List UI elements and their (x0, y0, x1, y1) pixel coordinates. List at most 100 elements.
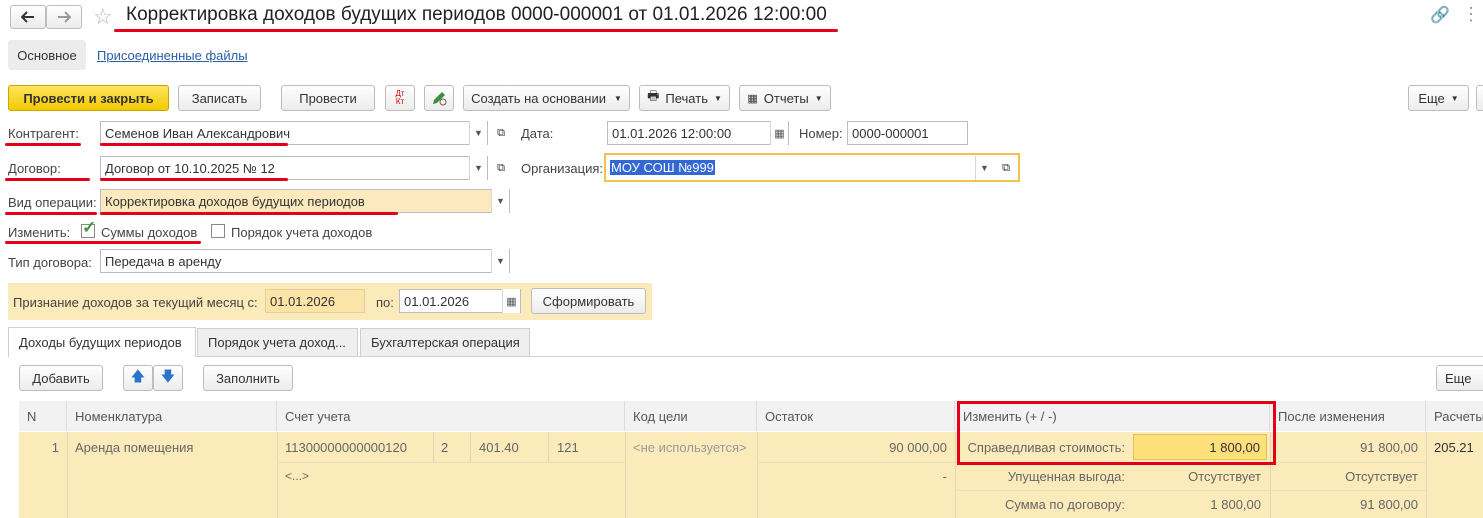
after-change-3: 91 800,00 (1360, 496, 1418, 512)
page-title: Корректировка доходов будущих периодов 0… (126, 4, 827, 25)
after-change-2: Отсутствует (1345, 468, 1418, 484)
change-underline (5, 241, 201, 244)
number-value: 0000-000001 (852, 125, 929, 141)
table-more-button[interactable]: Еще (1436, 365, 1483, 391)
contract-sum-value: 1 800,00 (1210, 496, 1261, 512)
col-settlements[interactable]: Расчеты (1426, 401, 1483, 431)
cell-account: 11300000000000120 (285, 439, 407, 455)
row-sep (548, 432, 549, 462)
calendar-icon[interactable]: ▦ (770, 121, 788, 145)
reports-button[interactable]: ▦ Отчеты ▼ (739, 85, 831, 111)
post-and-close-button[interactable]: Провести и закрыть (8, 85, 169, 111)
contract-open-icon[interactable]: ⧉ (492, 156, 510, 180)
tab-income-order[interactable]: Порядок учета доход... (197, 328, 358, 356)
tab-deferred-income[interactable]: Доходы будущих периодов (8, 327, 196, 357)
lost-profit-label: Упущенная выгода: (1007, 468, 1125, 484)
arrow-up-icon: 🡅 (130, 368, 146, 384)
change-order-label[interactable]: Порядок учета доходов (231, 225, 372, 240)
row-hsep (277, 462, 625, 463)
organization-dropdown[interactable]: ▼ (975, 156, 993, 180)
operation-dropdown[interactable]: ▼ (491, 189, 509, 213)
add-button[interactable]: Добавить (19, 365, 103, 391)
create-based-on-button[interactable]: Создать на основании ▼ (463, 85, 630, 111)
change-order-checkbox[interactable] (211, 224, 225, 238)
contract-type-dropdown[interactable]: ▼ (491, 249, 509, 273)
operation-value-underline (100, 212, 398, 215)
tab-main[interactable]: Основное (8, 40, 86, 70)
edit-movements-button[interactable] (424, 85, 454, 111)
chevron-down-icon: ▼ (713, 93, 722, 103)
calendar-icon[interactable]: ▦ (502, 289, 520, 313)
generate-button[interactable]: Сформировать (531, 288, 646, 314)
printer-icon: 🖶 (647, 88, 660, 103)
create-based-on-label: Создать на основании (471, 90, 606, 106)
arrow-right-icon (58, 11, 71, 23)
date-value: 01.01.2026 12:00:00 (612, 125, 732, 141)
col-after-change[interactable]: После изменения (1270, 401, 1426, 431)
col-account[interactable]: Счет учета (277, 401, 625, 431)
row-sep (470, 432, 471, 462)
row-sep (433, 432, 434, 462)
counterparty-open-icon[interactable]: ⧉ (492, 121, 510, 145)
dtkt-button[interactable]: Дт Кт (385, 85, 415, 111)
fill-button[interactable]: Заполнить (203, 365, 293, 391)
col-balance[interactable]: Остаток (757, 401, 955, 431)
counterparty-label: Контрагент: (8, 126, 79, 141)
contract-field[interactable]: Договор от 10.10.2025 № 12 (100, 156, 488, 180)
col-goal-code[interactable]: Код цели (625, 401, 757, 431)
number-field[interactable]: 0000-000001 (847, 121, 968, 145)
attached-files-link[interactable]: Присоединенные файлы (97, 48, 248, 63)
operation-field[interactable]: Корректировка доходов будущих периодов (100, 189, 510, 213)
link-icon[interactable]: 🔗 (1430, 5, 1450, 25)
cell-n: 1 (51, 439, 59, 455)
cell-nomenclature: Аренда помещения (75, 439, 194, 455)
more-icon[interactable]: ⋮ (1462, 4, 1480, 25)
cell-account-4: 121 (557, 439, 579, 455)
contract-underline (5, 178, 90, 181)
counterparty-value-underline (100, 143, 288, 146)
back-button[interactable] (10, 5, 46, 29)
organization-open-icon[interactable]: ⧉ (997, 156, 1015, 180)
contract-sum-label: Сумма по договору: (1004, 496, 1125, 512)
move-up-button[interactable]: 🡅 (123, 365, 153, 391)
col-nomenclature[interactable]: Номенклатура (67, 401, 277, 431)
reports-label: Отчеты (763, 90, 809, 106)
forward-button[interactable] (46, 5, 82, 29)
counterparty-field[interactable]: Семенов Иван Александрович (100, 121, 488, 145)
contract-label: Договор: (8, 161, 61, 176)
counterparty-underline (5, 143, 81, 146)
col-n[interactable]: N (19, 401, 67, 431)
highlight-box (957, 401, 1276, 465)
cell-account-2: 2 (441, 439, 449, 455)
date-field[interactable]: 01.01.2026 12:00:00 (607, 121, 789, 145)
move-down-button[interactable]: 🡇 (153, 365, 183, 391)
row-sep (67, 432, 68, 518)
chevron-down-icon: ▼ (613, 93, 622, 103)
after-change-1: 91 800,00 (1360, 439, 1418, 455)
contract-dropdown[interactable]: ▼ (469, 156, 487, 180)
more-button[interactable]: Еще ▼ (1408, 85, 1469, 111)
recognition-label: Признание доходов за текущий месяц с: (13, 295, 258, 310)
tab-accounting-operation[interactable]: Бухгалтерская операция (360, 328, 530, 356)
cell-balance: 90 000,00 (889, 439, 947, 455)
chevron-down-icon: ▼ (814, 93, 823, 103)
favorite-star-icon[interactable]: ☆ (93, 4, 113, 30)
reports-icon: ▦ (747, 92, 758, 105)
contract-value: Договор от 10.10.2025 № 12 (105, 160, 275, 176)
operation-value: Корректировка доходов будущих периодов (105, 193, 365, 209)
arrow-left-icon (21, 11, 34, 23)
contract-type-field[interactable]: Передача в аренду (100, 249, 510, 273)
change-sums-label[interactable]: Суммы доходов (101, 225, 197, 240)
organization-label: Организация: (521, 161, 604, 176)
organization-field[interactable]: МОУ СОШ №999 (604, 153, 1020, 182)
contract-value-underline (100, 178, 288, 181)
cell-account-3: 401.40 (479, 439, 519, 455)
counterparty-dropdown[interactable]: ▼ (469, 121, 487, 145)
post-button[interactable]: Провести (281, 85, 375, 111)
cell-settlements: 205.21 (1434, 439, 1474, 455)
row-sep (625, 432, 626, 518)
organization-value: МОУ СОШ №999 (610, 160, 715, 175)
save-button[interactable]: Записать (178, 85, 261, 111)
help-button[interactable] (1476, 85, 1483, 111)
print-button[interactable]: 🖶 Печать ▼ (639, 85, 730, 111)
